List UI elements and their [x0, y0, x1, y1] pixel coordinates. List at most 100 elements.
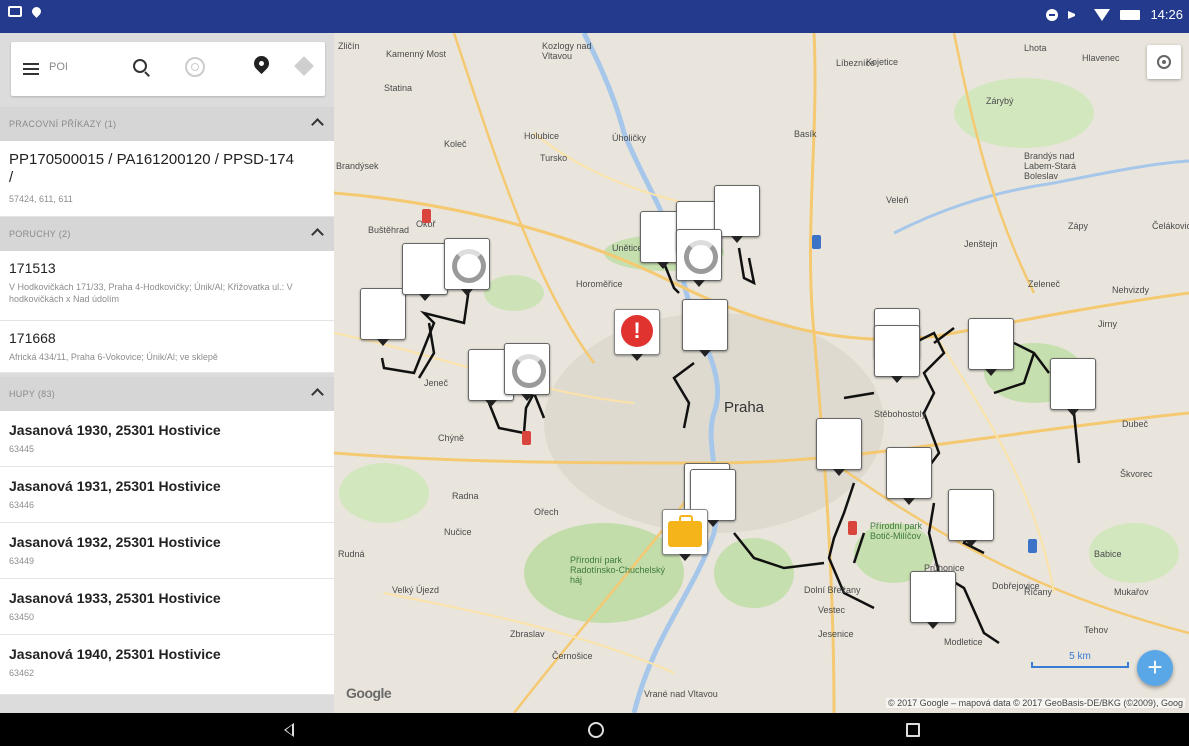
map-label: Jirny: [1098, 319, 1118, 329]
map-marker[interactable]: [948, 489, 994, 547]
layers-icon[interactable]: [294, 56, 314, 76]
search-input[interactable]: POI: [49, 61, 68, 73]
side-panel: POI PRACOVNÍ PŘÍKAZY (1) PP170500015 / P…: [0, 33, 334, 713]
map-marker[interactable]: [886, 447, 932, 505]
map-label: Dobřejovice: [992, 581, 1040, 591]
poi-badge: [812, 235, 821, 249]
map-label: Nučice: [444, 527, 472, 537]
section-header-work-orders[interactable]: PRACOVNÍ PŘÍKAZY (1): [0, 107, 334, 141]
pin-icon[interactable]: [250, 52, 273, 75]
map-label: Dubeč: [1122, 419, 1149, 429]
map-marker[interactable]: [360, 288, 406, 346]
list-item[interactable]: 171513 V Hodkovičkách 171/33, Praha 4-Ho…: [0, 251, 334, 321]
exclamation-icon: !: [621, 315, 653, 347]
list-item[interactable]: Jasanová 1940, 25301 Hostivice 63462: [0, 635, 334, 695]
clock: 14:26: [1150, 7, 1183, 22]
list-item[interactable]: 171668 Africká 434/11, Praha 6-Vokovice;…: [0, 321, 334, 373]
map-label: Zeleneč: [1028, 279, 1061, 289]
map-label: Jenštejn: [964, 239, 998, 249]
map-label: Hlavenec: [1082, 53, 1120, 63]
map-marker[interactable]: [910, 571, 956, 629]
map-label: Radna: [452, 491, 479, 501]
map-label: Nehvizdy: [1112, 285, 1150, 295]
poi-badge: [848, 521, 857, 535]
map-marker-cluster[interactable]: [676, 229, 722, 287]
do-not-disturb-icon: [1046, 8, 1059, 21]
section-title: PORUCHY (2): [9, 229, 71, 239]
map-marker[interactable]: [1050, 358, 1096, 416]
item-subtitle: 63462: [9, 668, 35, 678]
map-marker[interactable]: [402, 243, 448, 301]
map-label: Brandýs nad Labem-Stará Boleslav: [1024, 151, 1077, 181]
section-header-hupy[interactable]: HUPY (83): [0, 377, 334, 411]
map-label: Lhota: [1024, 43, 1047, 53]
home-icon[interactable]: [588, 722, 604, 738]
map-label: Ořech: [534, 507, 559, 517]
back-icon[interactable]: [284, 723, 294, 737]
poi-badge: [422, 209, 431, 223]
battery-icon: [1120, 9, 1141, 20]
item-title: Jasanová 1930, 25301 Hostivice: [9, 422, 221, 438]
map-label: Stěbohostoly: [874, 409, 927, 419]
map-label: Veleň: [886, 195, 909, 205]
scale-bar: [1031, 662, 1129, 668]
add-button[interactable]: +: [1137, 650, 1173, 686]
map-label: Unětice: [612, 243, 643, 253]
chevron-up-icon[interactable]: [311, 118, 324, 131]
my-location-button[interactable]: [1147, 45, 1181, 79]
wifi-icon: [1094, 8, 1111, 21]
briefcase-icon: [668, 515, 702, 547]
item-title: Jasanová 1931, 25301 Hostivice: [9, 478, 221, 494]
map-label: Chýně: [438, 433, 465, 443]
map-marker[interactable]: [968, 318, 1014, 376]
map-marker-cluster[interactable]: [504, 343, 550, 401]
menu-icon[interactable]: [23, 63, 39, 75]
map-label: Brandýsek: [336, 161, 379, 171]
map-label: Zápy: [1068, 221, 1089, 231]
section-title: HUPY (83): [9, 389, 56, 399]
locate-icon: [1157, 55, 1171, 69]
list-item[interactable]: Jasanová 1933, 25301 Hostivice 63450: [0, 579, 334, 635]
list-item[interactable]: Jasanová 1931, 25301 Hostivice 63446: [0, 467, 334, 523]
list-item[interactable]: Jasanová 1930, 25301 Hostivice 63445: [0, 411, 334, 467]
map-label: Vrané nad Vltavou: [644, 689, 718, 699]
fault-marker[interactable]: !: [614, 309, 660, 361]
vpn-key-icon: [1068, 10, 1084, 19]
map-label: Babice: [1094, 549, 1122, 559]
map-attribution[interactable]: © 2017 Google – mapová data © 2017 GeoBa…: [885, 698, 1185, 708]
loading-spinner-icon: [684, 240, 718, 274]
map-marker[interactable]: [816, 418, 862, 476]
recent-apps-icon[interactable]: [906, 723, 920, 737]
chevron-up-icon[interactable]: [311, 228, 324, 241]
map-marker-cluster[interactable]: [444, 238, 490, 296]
loading-spinner-icon: [452, 249, 486, 283]
search-toolbar: POI: [11, 42, 325, 96]
poi-badge: [1028, 539, 1037, 553]
list-item[interactable]: Jasanová 1932, 25301 Hostivice 63449: [0, 523, 334, 579]
map-label: Kojetice: [866, 57, 899, 67]
map-marker[interactable]: [874, 325, 920, 383]
item-subtitle: 57424, 611, 611: [9, 194, 73, 204]
item-subtitle: Africká 434/11, Praha 6-Vokovice; Únik/A…: [9, 352, 218, 362]
map-label: Černošice: [552, 651, 593, 661]
map-label: Buštěhrad: [368, 225, 410, 235]
map-label: Jesenice: [818, 629, 854, 639]
map-label: Škvorec: [1120, 469, 1153, 479]
chevron-up-icon[interactable]: [311, 388, 324, 401]
section-header-faults[interactable]: PORUCHY (2): [0, 217, 334, 251]
screen-icon: [8, 6, 22, 17]
item-subtitle: 63445: [9, 444, 35, 454]
map-label: Přírodní park Botič-Milíčov: [870, 521, 923, 541]
search-icon[interactable]: [133, 59, 147, 73]
map-label: Tehov: [1084, 625, 1109, 635]
add-icon: +: [1147, 652, 1163, 682]
city-label: Praha: [724, 399, 765, 416]
work-order-marker[interactable]: [662, 509, 708, 561]
scale-label: 5 km: [1069, 651, 1091, 662]
layer-circle-icon[interactable]: [185, 57, 205, 77]
item-title: PP170500015 / PA161200120 / PPSD-174 /: [9, 151, 294, 186]
map-marker[interactable]: [682, 299, 728, 357]
list-item[interactable]: PP170500015 / PA161200120 / PPSD-174 / 5…: [0, 141, 334, 217]
map-view[interactable]: Zličín Kamenný Most Kozlogy nad Vltavou …: [334, 33, 1189, 713]
map-label: Mukařov: [1114, 587, 1149, 597]
